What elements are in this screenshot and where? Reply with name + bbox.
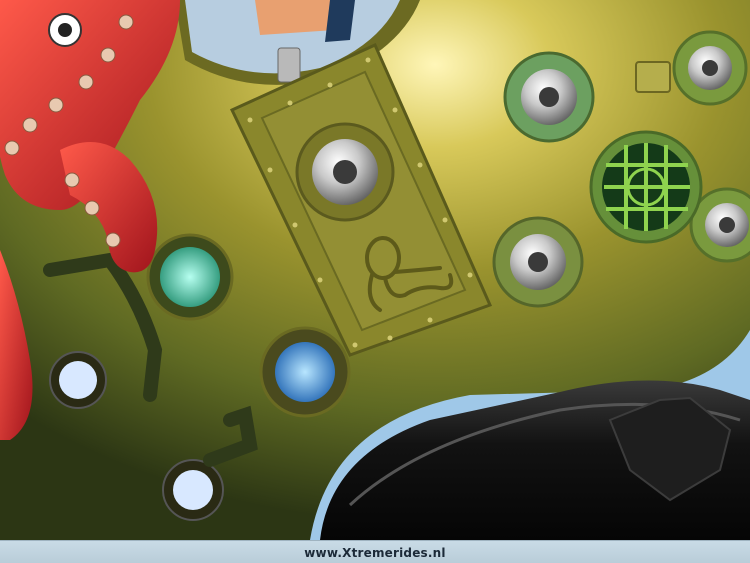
ride-photo bbox=[0, 0, 750, 540]
chrome-porthole-3 bbox=[492, 216, 584, 308]
chrome-porthole-4 bbox=[672, 30, 748, 106]
hull-latch-icon bbox=[635, 61, 671, 93]
green-led-light bbox=[146, 233, 234, 321]
chrome-porthole-1 bbox=[295, 122, 395, 222]
painted-figure-sleeve bbox=[325, 0, 355, 42]
chrome-porthole-2 bbox=[503, 51, 595, 143]
white-led-light-1 bbox=[49, 351, 107, 409]
grille-porthole bbox=[589, 130, 703, 244]
photo-scene: www.Xtremerides.nl bbox=[0, 0, 750, 563]
blue-led-light bbox=[259, 326, 351, 418]
watermark-bar: www.Xtremerides.nl bbox=[0, 540, 750, 563]
white-led-light-2 bbox=[162, 459, 224, 521]
window-latch-icon bbox=[277, 47, 301, 83]
watermark-text: www.Xtremerides.nl bbox=[304, 545, 446, 560]
